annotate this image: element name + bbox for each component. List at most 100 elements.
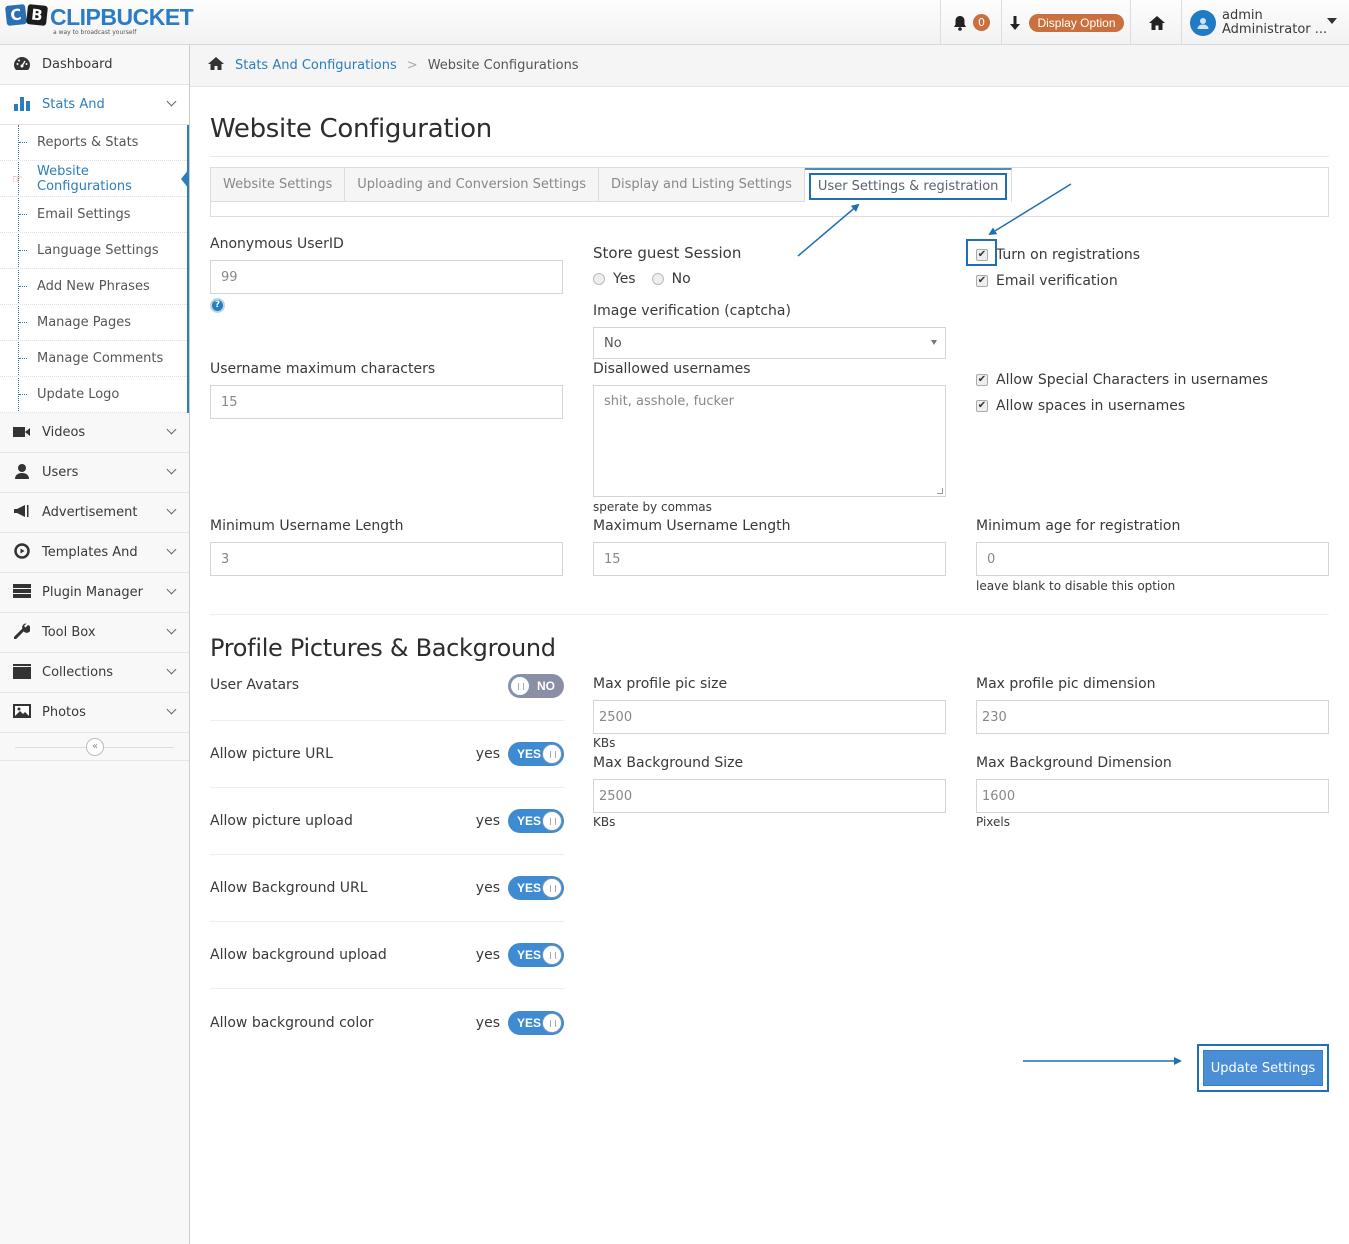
sidebar-item-advertisement[interactable]: Advertisement [0,493,189,533]
notifications-button[interactable]: 0 [940,0,1002,45]
sidebar-item-tool-box[interactable]: Tool Box [0,613,189,653]
help-icon[interactable]: ? [210,298,225,313]
submenu-label: Reports & Stats [37,135,139,150]
switch-knob [542,878,562,898]
min-username-length-input[interactable]: 3 [210,542,563,576]
allow-picture-url-switch[interactable]: YES [508,742,564,766]
sidebar-label: Photos [42,705,86,720]
max-bg-dimension-input[interactable]: 1600 [976,779,1329,813]
breadcrumb-link-stats[interactable]: Stats And Configurations [235,58,397,73]
image-verification-select[interactable]: No [593,327,946,359]
turn-on-registrations-checkbox[interactable]: ✔ Turn on registrations [976,242,1329,268]
display-option-button[interactable]: Display Option [1001,0,1131,45]
tab-website-settings[interactable]: Website Settings [211,168,346,202]
annotation-highlight-checkbox [966,239,997,266]
max-pic-dimension-input[interactable]: 230 [976,700,1329,734]
submenu-item-language-settings[interactable]: Language Settings [0,233,187,269]
main-content: Website Configuration Website Settings U… [210,87,1329,217]
input-value: 99 [221,269,238,285]
switch-text: NO [537,679,555,693]
clipbucket-logo[interactable]: C B CLIPBUCKET a way to broadcast yourse… [5,4,194,36]
chevron-down-icon [166,624,177,635]
allow-special-chars-checkbox[interactable]: ✔ Allow Special Characters in usernames [976,367,1329,393]
allow-picture-upload-switch[interactable]: YES [508,809,564,833]
submenu-item-email-settings[interactable]: Email Settings [0,197,187,233]
anonymous-userid-input[interactable]: 99 [210,260,563,294]
update-settings-button[interactable]: Update Settings [1203,1050,1323,1086]
radio-yes[interactable] [593,273,605,285]
allow-background-upload-switch[interactable]: YES [508,943,564,967]
toggle-state-text: yes [475,880,500,896]
sidebar-item-photos[interactable]: Photos [0,693,189,733]
sidebar-item-collections[interactable]: Collections [0,653,189,693]
max-username-length-input[interactable]: 15 [593,542,946,576]
submenu-item-manage-pages[interactable]: Manage Pages [0,305,187,341]
textarea-value: shit, asshole, fucker [604,394,734,409]
user-menu[interactable]: admin Administrator ... [1181,0,1349,45]
chevron-down-icon [166,584,177,595]
resize-handle-icon[interactable] [937,488,943,494]
input-value: 0 [987,551,996,567]
toggle-row-allow-picture-url: Allow picture URL yes YES [210,721,564,788]
min-age-input[interactable]: 0 [976,542,1329,576]
toggle-state-text: yes [475,1014,500,1031]
max-bg-size-input[interactable]: 2500 [593,779,946,813]
switch-knob [542,1012,562,1033]
anonymous-userid-group: Anonymous UserID 99 ? [210,236,563,313]
sidebar-item-users[interactable]: Users [0,453,189,493]
allow-spaces-checkbox[interactable]: ✔ Allow spaces in usernames [976,393,1329,419]
allow-background-color-switch[interactable]: YES [508,1010,564,1035]
page-title: Website Configuration [210,114,1329,157]
home-icon[interactable] [207,56,225,75]
sidebar-item-videos[interactable]: Videos [0,413,189,453]
tab-display-listing[interactable]: Display and Listing Settings [599,168,805,202]
max-pic-size-label: Max profile pic size [593,676,728,692]
submenu-item-update-logo[interactable]: Update Logo [0,377,187,413]
switch-text: YES [517,1015,542,1030]
logo-name: CLIPBUCKET [50,4,194,30]
submenu-label: Language Settings [37,243,159,258]
toggle-label: Allow background color [210,1014,374,1031]
tab-uploading-conversion[interactable]: Uploading and Conversion Settings [345,168,599,202]
submenu-item-manage-comments[interactable]: Manage Comments [0,341,187,377]
toggle-label: User Avatars [210,677,300,693]
allow-background-url-switch[interactable]: YES [508,876,564,900]
submenu-item-reports[interactable]: Reports & Stats [0,125,187,161]
submenu-item-website-configurations[interactable]: ☞ Website Configurations [0,161,189,197]
min-username-length-group: Minimum Username Length 3 [210,518,563,576]
user-avatars-switch[interactable]: NO [508,674,564,698]
username-max-chars-input[interactable]: 15 [210,385,563,419]
sidebar-item-plugin-manager[interactable]: Plugin Manager [0,573,189,613]
arrow-down-icon [1010,15,1021,30]
submenu-label: Manage Pages [37,315,132,330]
checkbox-label: Allow spaces in usernames [996,398,1186,414]
disallowed-usernames-hint: sperate by commas [593,500,712,514]
tab-label: Uploading and Conversion Settings [357,177,586,192]
profile-toggles: User Avatars NO Allow picture URL yes YE… [210,666,564,1106]
disallowed-usernames-textarea[interactable]: shit, asshole, fucker [593,385,946,497]
sidebar-label: Plugin Manager [42,585,143,600]
max-pic-size-input[interactable]: 2500 [593,700,946,734]
submenu-item-add-phrases[interactable]: Add New Phrases [0,269,187,305]
radio-no[interactable] [651,273,664,285]
username-options-checkboxes: ✔ Allow Special Characters in usernames ✔… [976,367,1329,419]
sidebar-item-templates[interactable]: Templates And [0,533,189,573]
sidebar-label: Stats And [42,97,105,112]
collapse-sidebar-button[interactable]: « [86,738,104,756]
user-icon [12,463,32,483]
tab-label: User Settings & registration [808,172,1008,200]
toggle-label: Allow background upload [210,947,387,963]
breadcrumb-current: Website Configurations [427,58,579,73]
sidebar-item-stats[interactable]: Stats And [0,85,189,125]
sidebar-label: Dashboard [42,57,113,72]
max-username-length-label: Maximum Username Length [593,518,791,534]
max-bg-size-label: Max Background Size [593,755,744,771]
sidebar-item-dashboard[interactable]: Dashboard [0,45,189,85]
switch-knob [542,811,562,831]
tab-user-settings[interactable]: User Settings & registration [804,168,1013,202]
switch-text: YES [517,948,542,962]
home-button[interactable] [1130,0,1182,45]
store-guest-session-group: Store guest Session Yes No [593,244,946,287]
disallowed-usernames-label: Disallowed usernames [593,361,751,377]
email-verification-checkbox[interactable]: ✔ Email verification [976,268,1329,294]
